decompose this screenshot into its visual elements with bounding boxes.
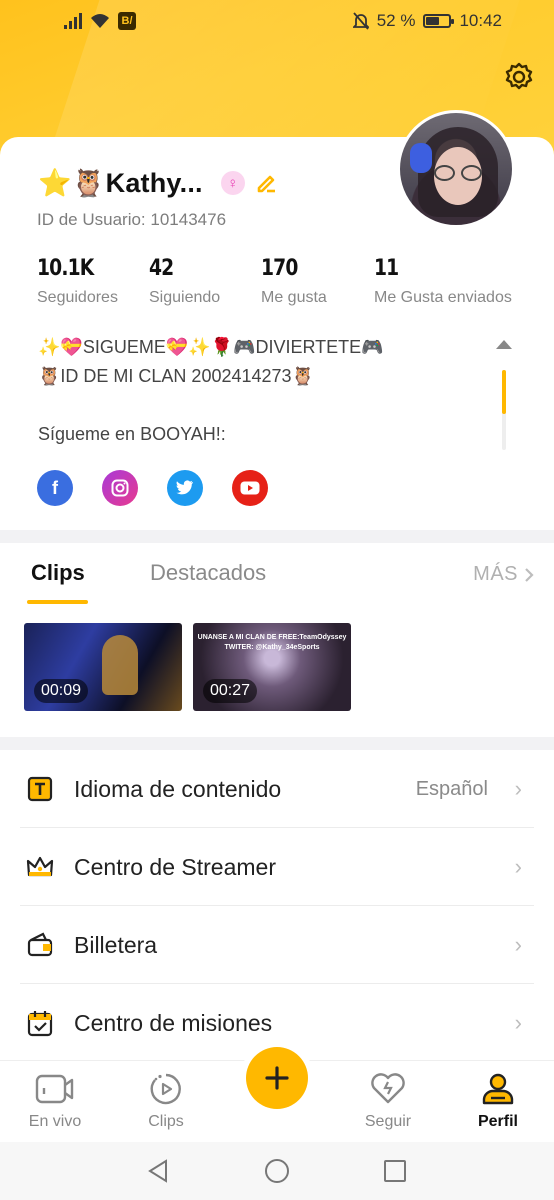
bio-line: ✨💝SIGUEME💝✨🌹🎮DIVIERTETE🎮	[38, 337, 384, 357]
profile-bio: ✨💝SIGUEME💝✨🌹🎮DIVIERTETE🎮 🦉ID DE MI CLAN …	[38, 333, 468, 449]
battery-icon	[423, 14, 455, 28]
stat-value: 11	[374, 256, 399, 281]
stat-value: 10.1K	[37, 256, 94, 281]
mute-bell-icon	[352, 12, 369, 30]
language-icon	[26, 775, 54, 803]
battery-percent: 52 %	[376, 11, 416, 30]
instagram-link[interactable]	[102, 470, 138, 506]
bio-collapse-arrow-icon[interactable]	[496, 340, 512, 349]
stat-label: Seguidores	[37, 289, 118, 306]
youtube-icon	[240, 481, 260, 495]
stat-label: Me gusta	[261, 289, 327, 306]
wallet-icon	[26, 931, 54, 959]
stat-likes-sent[interactable]: 11 Me Gusta enviados	[374, 256, 512, 307]
pencil-icon	[257, 175, 275, 193]
edit-profile-button[interactable]	[253, 170, 279, 196]
clips-section: Clips Destacados MÁS 00:09 UNANSE A MI C…	[0, 543, 554, 737]
stat-followers[interactable]: 10.1K Seguidores	[37, 256, 118, 307]
stat-following[interactable]: 42 Siguiendo	[149, 256, 220, 307]
create-button[interactable]	[246, 1047, 308, 1109]
chevron-right-icon: ›	[514, 776, 522, 801]
more-clips-link[interactable]: MÁS	[473, 563, 534, 586]
recents-button[interactable]	[380, 1156, 410, 1186]
nav-en-vivo[interactable]: En vivo	[15, 1071, 95, 1131]
gear-icon	[505, 62, 533, 90]
nav-label: Seguir	[364, 1113, 412, 1130]
menu-item-value: Español	[415, 777, 488, 800]
menu-item-streamer-center[interactable]: Centro de Streamer ›	[0, 828, 554, 906]
tab-destacados[interactable]: Destacados	[150, 560, 266, 586]
nav-clips[interactable]: Clips	[126, 1071, 206, 1131]
stat-label: Siguiendo	[149, 289, 221, 306]
twitter-link[interactable]	[167, 470, 203, 506]
menu-item-label: Idioma de contenido	[74, 775, 282, 802]
instagram-icon	[111, 479, 129, 497]
heart-icon	[348, 1071, 428, 1107]
active-tab-indicator	[27, 600, 88, 604]
nav-label: Perfil	[477, 1113, 518, 1130]
clip-thumbnail[interactable]: 00:09	[24, 623, 182, 711]
nav-seguir[interactable]: Seguir	[348, 1071, 428, 1131]
plus-icon	[265, 1066, 289, 1090]
home-button[interactable]	[262, 1156, 292, 1186]
live-camera-icon	[15, 1071, 95, 1107]
facebook-link[interactable]: f	[37, 470, 73, 506]
bottom-navigation: En vivo Clips Seguir Perfil	[0, 1047, 554, 1142]
avatar[interactable]	[397, 110, 515, 228]
menu-item-label: Centro de misiones	[74, 1009, 273, 1036]
youtube-link[interactable]	[232, 470, 268, 506]
clip-thumbnail[interactable]: UNANSE A MI CLAN DE FREE:TeamOdyssey TWI…	[193, 623, 351, 711]
nav-label: Clips	[148, 1113, 184, 1130]
clips-timer-icon	[126, 1071, 206, 1107]
stat-likes[interactable]: 170 Me gusta	[261, 256, 327, 307]
menu-item-content-language[interactable]: Idioma de contenido Español ›	[0, 750, 554, 828]
clip-duration: 00:27	[203, 679, 258, 703]
clock: 10:42	[459, 11, 502, 30]
stat-value: 42	[149, 256, 174, 281]
facebook-icon: f	[52, 477, 58, 498]
profile-name-row: ⭐🦉Kathy... ♀	[38, 167, 279, 199]
tab-clips[interactable]: Clips	[31, 560, 85, 586]
female-gender-icon: ♀	[220, 171, 245, 195]
home-circle-icon	[265, 1159, 289, 1183]
wifi-icon	[91, 14, 109, 28]
back-button[interactable]	[143, 1156, 173, 1186]
signal-icon	[64, 13, 82, 29]
crown-icon	[26, 853, 54, 881]
bio-line	[38, 391, 468, 420]
clip-caption: UNANSE A MI CLAN DE FREE:TeamOdyssey TWI…	[193, 633, 351, 653]
chevron-right-icon: ›	[514, 854, 522, 879]
system-navigation-bar	[0, 1142, 554, 1200]
stat-value: 170	[261, 256, 298, 281]
calendar-check-icon	[26, 1009, 54, 1037]
status-bar: B/ 52 % 10:42	[0, 0, 554, 42]
profile-name: ⭐🦉Kathy...	[38, 168, 203, 198]
recents-square-icon	[384, 1160, 406, 1182]
bio-scrollbar[interactable]	[502, 370, 506, 450]
chevron-right-icon: ›	[514, 932, 522, 957]
stat-label: Me Gusta enviados	[374, 289, 512, 306]
clip-caption-line: UNANSE A MI CLAN DE FREE:TeamOdyssey	[197, 634, 347, 641]
nav-perfil[interactable]: Perfil	[458, 1071, 538, 1131]
social-links: f	[37, 470, 268, 506]
menu-item-label: Centro de Streamer	[74, 853, 276, 880]
twitter-icon	[176, 480, 193, 495]
chevron-right-icon	[525, 567, 534, 582]
settings-menu: Idioma de contenido Español › Centro de …	[0, 750, 554, 1065]
chevron-right-icon: ›	[514, 1010, 522, 1035]
back-triangle-icon	[148, 1159, 167, 1183]
bio-scrollbar-thumb[interactable]	[502, 370, 506, 414]
user-id: ID de Usuario: 10143476	[37, 210, 227, 229]
more-label: MÁS	[473, 563, 518, 585]
clip-caption-line: TWITER: @Kathy_34eSports	[224, 644, 320, 651]
bio-line: Sígueme en BOOYAH!:	[38, 424, 226, 444]
menu-item-wallet[interactable]: Billetera ›	[0, 906, 554, 984]
settings-button[interactable]	[502, 60, 536, 94]
menu-item-label: Billetera	[74, 931, 158, 958]
clip-duration: 00:09	[34, 679, 89, 703]
bio-line: 🦉ID DE MI CLAN 2002414273🦉	[38, 366, 314, 386]
person-icon	[458, 1071, 538, 1107]
nav-label: En vivo	[28, 1113, 82, 1130]
app-notification-icon: B/	[118, 12, 136, 30]
